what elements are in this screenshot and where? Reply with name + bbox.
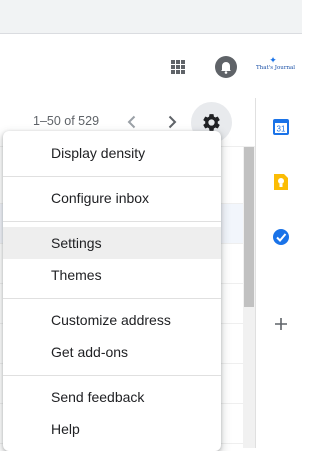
gear-icon	[203, 114, 220, 131]
menu-divider	[3, 298, 221, 299]
settings-menu: Display density Configure inbox Settings…	[3, 131, 221, 451]
menu-divider	[3, 176, 221, 177]
keep-icon[interactable]	[272, 173, 290, 191]
menu-item-themes[interactable]: Themes	[3, 259, 221, 291]
calendar-icon[interactable]: 31	[272, 118, 290, 136]
menu-item-configure-inbox[interactable]: Configure inbox	[3, 182, 221, 214]
menu-item-customize-address[interactable]: Customize address	[3, 304, 221, 336]
menu-item-get-add-ons[interactable]: Get add-ons	[3, 336, 221, 368]
menu-item-label: Themes	[51, 267, 102, 283]
menu-divider	[3, 221, 221, 222]
menu-item-label: Get add-ons	[51, 344, 129, 360]
menu-item-help[interactable]: Help	[3, 413, 221, 445]
logo-mark-icon: ✦	[269, 55, 277, 65]
tasks-icon[interactable]	[272, 228, 290, 246]
menu-item-settings[interactable]: Settings	[3, 227, 221, 259]
calendar-day-number: 31	[277, 125, 286, 134]
pagination-count: 1–50 of 529	[33, 114, 100, 128]
scrollbar-thumb[interactable]	[244, 147, 254, 307]
menu-item-label: Send feedback	[51, 389, 145, 405]
app-header: ✦ That's Journal	[0, 34, 302, 99]
account-logo[interactable]: ✦ That's Journal	[256, 55, 296, 76]
side-panel: 31	[255, 98, 303, 448]
bell-icon[interactable]	[213, 54, 239, 80]
menu-item-label: Customize address	[51, 312, 171, 328]
menu-item-send-feedback[interactable]: Send feedback	[3, 381, 221, 413]
menu-item-label: Help	[51, 421, 80, 437]
menu-item-display-density[interactable]: Display density	[3, 137, 221, 169]
plus-icon[interactable]	[273, 316, 289, 332]
menu-divider	[3, 375, 221, 376]
logo-wordmark: That's Journal	[256, 65, 296, 71]
menu-item-label: Configure inbox	[51, 190, 150, 206]
browser-top-strip	[0, 0, 302, 34]
apps-grid-icon[interactable]	[163, 52, 193, 82]
menu-item-label: Display density	[51, 145, 146, 161]
menu-item-label: Settings	[51, 235, 102, 251]
list-scrollbar[interactable]	[243, 147, 255, 448]
